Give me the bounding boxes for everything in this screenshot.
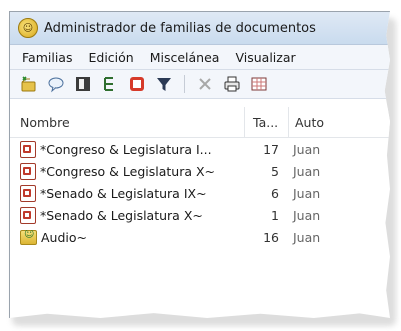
list-item[interactable]: *Senado & Legislatura X~ 1 Juan — [10, 204, 390, 226]
tree-icon[interactable] — [101, 75, 119, 93]
new-family-icon[interactable] — [20, 75, 38, 93]
filter-icon[interactable] — [155, 75, 173, 93]
family-author: Juan — [293, 141, 321, 157]
family-count: 1 — [271, 207, 279, 223]
family-name: Audio~ — [41, 229, 88, 245]
document-family-icon — [20, 206, 36, 224]
menu-visualizar[interactable]: Visualizar — [227, 50, 303, 65]
column-header-autor[interactable]: Auto — [289, 107, 390, 137]
family-count: 17 — [263, 141, 279, 157]
window-title: Administrador de familias de documentos — [44, 20, 316, 36]
list-item[interactable]: *Congreso & Legislatura I... 17 Juan — [10, 138, 390, 160]
list-item[interactable]: *Congreso & Legislatura X~ 5 Juan — [10, 160, 390, 182]
document-family-icon — [20, 162, 36, 180]
family-name: *Congreso & Legislatura X~ — [40, 163, 216, 179]
family-name: *Senado & Legislatura X~ — [40, 207, 203, 223]
menu-bar: Familias Edición Miscelánea Visualizar — [10, 45, 390, 70]
menu-miscelanea[interactable]: Miscelánea — [142, 50, 228, 65]
family-name: *Congreso & Legislatura I... — [40, 141, 212, 157]
toolbar — [10, 70, 390, 99]
list-item[interactable]: Audio~ 16 Juan — [10, 226, 390, 248]
family-count: 16 — [263, 229, 279, 245]
comment-icon[interactable] — [47, 75, 65, 93]
list-item[interactable]: *Senado & Legislatura IX~ 6 Juan — [10, 182, 390, 204]
family-manager-window: ☺ Administrador de familias de documento… — [9, 11, 390, 318]
toolbar-separator — [184, 75, 185, 93]
family-author: Juan — [293, 185, 321, 201]
grid-icon[interactable] — [250, 75, 268, 93]
title-bar: ☺ Administrador de familias de documento… — [10, 12, 390, 45]
column-header-tamano[interactable]: Ta... — [245, 107, 289, 137]
audio-family-icon — [20, 229, 37, 245]
document-family-icon — [20, 140, 36, 158]
menu-familias[interactable]: Familias — [14, 50, 80, 65]
family-author: Juan — [293, 163, 321, 179]
family-author: Juan — [293, 207, 321, 223]
document-family-icon — [20, 184, 36, 202]
family-name: *Senado & Legislatura IX~ — [40, 185, 207, 201]
column-header-nombre[interactable]: Nombre — [10, 107, 245, 137]
print-icon[interactable] — [223, 75, 241, 93]
family-count: 6 — [271, 185, 279, 201]
open-icon[interactable] — [74, 75, 92, 93]
family-list: Nombre Ta... Auto *Congreso & Legislatur… — [10, 107, 390, 248]
menu-edicion[interactable]: Edición — [80, 50, 141, 65]
app-icon: ☺ — [18, 18, 38, 38]
family-count: 5 — [271, 163, 279, 179]
delete-icon[interactable] — [196, 75, 214, 93]
family-author: Juan — [293, 229, 321, 245]
stop-icon[interactable] — [128, 75, 146, 93]
list-header: Nombre Ta... Auto — [10, 107, 390, 138]
